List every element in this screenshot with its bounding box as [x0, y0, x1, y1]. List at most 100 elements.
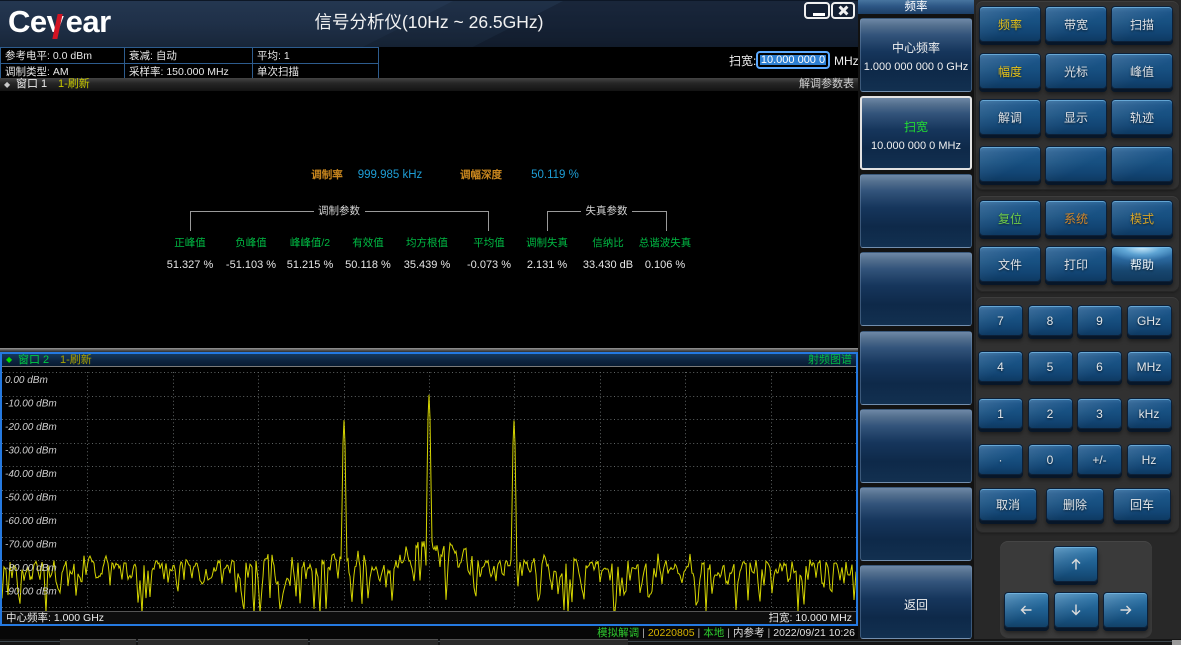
key-GHz[interactable]: GHz	[1127, 305, 1172, 336]
close-button[interactable]	[831, 2, 855, 19]
key-arrow-left[interactable]	[1004, 592, 1049, 628]
key-blank[interactable]	[1111, 146, 1173, 182]
taskbar-handle[interactable]	[1172, 640, 1181, 645]
key-9[interactable]: 9	[1077, 305, 1122, 336]
taskbar-item[interactable]	[310, 639, 438, 645]
menu-button-blank-2[interactable]	[860, 252, 972, 326]
key-解调[interactable]: 解调	[979, 99, 1041, 135]
plot-gridlines	[2, 372, 856, 608]
window-2-footer: 中心频率: 1.000 GHz 扫宽: 10.000 MHz	[2, 611, 856, 624]
key-2[interactable]: 2	[1028, 398, 1073, 429]
key-label: +/-	[1078, 445, 1121, 474]
taskbar-item[interactable]	[60, 639, 136, 645]
logo-text-ear: ear	[66, 4, 111, 39]
settings-row: 参考电平: 0.0 dBm衰减: 自动平均: 1	[1, 48, 379, 64]
key-label: 复位	[980, 201, 1040, 235]
menu-button-center-freq[interactable]: 中心频率1.000 000 000 0 GHz	[860, 18, 972, 92]
key-1[interactable]: 1	[978, 398, 1023, 429]
taskbar-item[interactable]	[440, 639, 628, 645]
key-0[interactable]: 0	[1028, 444, 1073, 475]
window-1-diamond-icon: ◆	[4, 78, 10, 91]
menu-button-blank-5[interactable]	[860, 487, 972, 561]
key-文件[interactable]: 文件	[979, 246, 1041, 282]
key-arrow-down[interactable]	[1054, 592, 1099, 628]
soft-menu-panel: 频率 中心频率1.000 000 000 0 GHz扫宽10.000 000 0…	[858, 0, 974, 645]
key-模式[interactable]: 模式	[1111, 200, 1173, 236]
key-8[interactable]: 8	[1028, 305, 1073, 336]
status-separator: |	[765, 627, 774, 639]
key-显示[interactable]: 显示	[1045, 99, 1107, 135]
menu-button-blank-3[interactable]	[860, 331, 972, 405]
key-4[interactable]: 4	[978, 351, 1023, 382]
key-带宽[interactable]: 带宽	[1045, 6, 1107, 42]
key-+/-[interactable]: +/-	[1077, 444, 1122, 475]
key-扫描[interactable]: 扫描	[1111, 6, 1173, 42]
window-2-header[interactable]: ◆ 窗口 2 1-刷新 射频图谱	[2, 354, 856, 367]
menu-button-back[interactable]: 返回	[860, 565, 972, 639]
key-6[interactable]: 6	[1077, 351, 1122, 382]
key-光标[interactable]: 光标	[1045, 53, 1107, 89]
key-label: 文件	[980, 247, 1040, 281]
key-label: 9	[1078, 306, 1121, 335]
window-1-refresh-label: 1-刷新	[58, 78, 90, 91]
key-删除[interactable]: 删除	[1046, 488, 1104, 521]
key-峰值[interactable]: 峰值	[1111, 53, 1173, 89]
y-axis-tick-label: -10.00 dBm	[5, 399, 57, 410]
key-系统[interactable]: 系统	[1045, 200, 1107, 236]
y-axis-tick-label: -50.00 dBm	[5, 493, 57, 504]
minimize-icon	[813, 13, 825, 16]
key-arrow-right[interactable]	[1103, 592, 1148, 628]
key-频率[interactable]: 频率	[979, 6, 1041, 42]
key-MHz[interactable]: MHz	[1127, 351, 1172, 382]
key-kHz[interactable]: kHz	[1127, 398, 1172, 429]
span-entry-field[interactable]: 10.000 000 0	[756, 51, 830, 69]
logo-y-glyph: v	[47, 3, 66, 41]
key-回车[interactable]: 回车	[1113, 488, 1171, 521]
menu-button-blank-1[interactable]	[860, 174, 972, 248]
center-frequency-readout: 中心频率: 1.000 GHz	[6, 612, 104, 624]
front-panel-keypad: 频率带宽扫描幅度光标峰值解调显示轨迹复位系统模式文件打印帮助 789GHz 456M…	[974, 0, 1181, 641]
window-2-type-label: 射频图谱	[808, 354, 852, 366]
bracket-line	[632, 211, 666, 212]
key-幅度[interactable]: 幅度	[979, 53, 1041, 89]
arrow-down-path	[1072, 605, 1080, 615]
y-axis-tick-label: -30.00 dBm	[5, 446, 57, 457]
window-1-header[interactable]: ◆ 窗口 1 1-刷新 解调参数表	[0, 78, 858, 91]
key-打印[interactable]: 打印	[1045, 246, 1107, 282]
param-value: -51.103 %	[226, 259, 276, 272]
key-·[interactable]: ·	[978, 444, 1023, 475]
key-label: 频率	[980, 7, 1040, 41]
key-取消[interactable]: 取消	[979, 488, 1037, 521]
key-label: MHz	[1128, 352, 1171, 381]
main-display-area: 信号分析仪(10Hz ~ 26.5GHz) Cevear 参考电平: 0.0 d…	[0, 0, 858, 645]
key-label: 8	[1029, 306, 1072, 335]
window-1-demod-params: ◆ 窗口 1 1-刷新 解调参数表 调制率999.985 kHz调幅深度50.1…	[0, 78, 858, 348]
key-arrow-up[interactable]	[1053, 546, 1098, 582]
key-帮助[interactable]: 帮助	[1111, 246, 1173, 282]
window-2-title: 窗口 2	[18, 354, 49, 366]
key-label: 峰值	[1112, 54, 1172, 88]
key-复位[interactable]: 复位	[979, 200, 1041, 236]
key-blank[interactable]	[1045, 146, 1107, 182]
key-轨迹[interactable]: 轨迹	[1111, 99, 1173, 135]
bracket-line	[547, 211, 581, 212]
key-5[interactable]: 5	[1028, 351, 1073, 382]
arrow-down-icon	[1055, 593, 1098, 627]
key-7[interactable]: 7	[978, 305, 1023, 336]
span-entry-label: 扫宽:	[729, 47, 756, 78]
menu-button-span[interactable]: 扫宽10.000 000 0 MHz	[860, 96, 972, 170]
menu-button-blank-4[interactable]	[860, 409, 972, 483]
arrow-left-path	[1021, 606, 1031, 614]
key-blank[interactable]	[979, 146, 1041, 182]
minimize-button[interactable]	[804, 2, 830, 19]
key-label: 6	[1078, 352, 1121, 381]
y-axis-tick-label: -60.00 dBm	[5, 516, 57, 527]
key-label: 帮助	[1112, 247, 1172, 281]
key-label: 显示	[1046, 100, 1106, 134]
param-group-title: 失真参数	[586, 205, 628, 218]
taskbar-item[interactable]	[138, 639, 308, 645]
key-label: 7	[979, 306, 1022, 335]
key-3[interactable]: 3	[1077, 398, 1122, 429]
key-Hz[interactable]: Hz	[1127, 444, 1172, 475]
param-value: 0.106 %	[645, 259, 685, 272]
